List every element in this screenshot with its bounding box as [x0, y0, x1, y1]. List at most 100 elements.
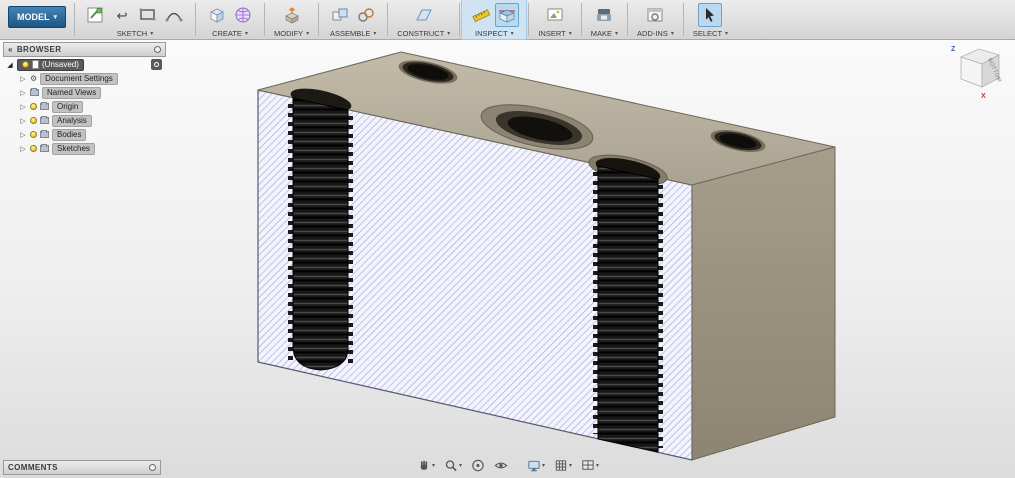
expander-closed-icon[interactable]: ▷	[19, 145, 27, 153]
press-pull-icon[interactable]	[280, 3, 304, 27]
toolbar-group-create: CREATE ▾	[198, 0, 262, 39]
threaded-bore-left[interactable]	[292, 97, 349, 371]
viewcube[interactable]: Z BOTTOM X	[947, 42, 1011, 100]
browser-item-origin[interactable]: ▷ Origin	[3, 100, 166, 113]
select-menu[interactable]: SELECT ▾	[693, 29, 728, 38]
section-analysis-icon[interactable]	[495, 3, 520, 27]
toolbar-group-make: MAKE ▾	[584, 0, 625, 39]
browser-root-row[interactable]: ◢ (Unsaved)	[3, 58, 166, 71]
expander-closed-icon[interactable]: ▷	[19, 89, 27, 97]
view-navigation-bar: ▾ ▾ ▾ ▾ ▾	[413, 456, 602, 475]
chevron-down-icon: ▾	[458, 463, 462, 469]
create-menu[interactable]: CREATE ▾	[212, 29, 248, 38]
chevron-down-icon: ▾	[614, 31, 618, 37]
browser-item-document-settings[interactable]: ▷ ⚙ Document Settings	[3, 72, 166, 85]
chevron-down-icon: ▾	[541, 463, 546, 469]
chevron-down-icon: ▾	[244, 31, 248, 37]
expander-closed-icon[interactable]: ▷	[19, 75, 27, 83]
expander-closed-icon[interactable]: ▷	[19, 117, 27, 125]
toolbar-group-assemble: ASSEMBLE ▾	[321, 0, 385, 39]
chevron-down-icon: ▾	[306, 31, 310, 37]
panel-handle-icon[interactable]	[154, 46, 161, 53]
browser-item-analysis[interactable]: ▷ Analysis	[3, 114, 166, 127]
visibility-bulb-icon[interactable]	[22, 61, 29, 68]
chevron-down-icon: ▾	[431, 463, 435, 469]
new-component-icon[interactable]	[328, 3, 352, 27]
visibility-bulb-icon[interactable]	[30, 131, 37, 138]
browser-panel: « BROWSER ◢ (Unsaved) ▷ ⚙ Document Setti…	[3, 42, 166, 155]
orbit-button[interactable]	[467, 456, 488, 475]
browser-item-bodies[interactable]: ▷ Bodies	[3, 128, 166, 141]
folder-icon	[40, 130, 49, 138]
main-toolbar: MODEL ▾ ↩ SKETCH ▾ CREATE ▾ MODIFY ▾ ASS…	[0, 0, 1015, 40]
browser-item-sketches[interactable]: ▷ Sketches	[3, 142, 166, 155]
construction-plane-icon[interactable]	[412, 3, 436, 27]
display-settings-button[interactable]: ▾	[523, 456, 548, 475]
browser-header[interactable]: « BROWSER	[3, 42, 166, 57]
expander-closed-icon[interactable]: ▷	[19, 131, 27, 139]
axis-z-label: Z	[951, 46, 956, 53]
addins-menu[interactable]: ADD-INS ▾	[637, 29, 674, 38]
measure-icon[interactable]	[469, 3, 493, 27]
insert-menu[interactable]: INSERT ▾	[538, 29, 571, 38]
3d-print-icon[interactable]	[592, 3, 616, 27]
toolbar-group-inspect: INSPECT ▾	[461, 0, 528, 40]
create-form-icon[interactable]	[231, 3, 255, 27]
3d-viewport[interactable]: Z BOTTOM X « BROWSER ◢ (Unsaved) ▷ ⚙ Doc…	[0, 40, 1015, 478]
axis-x-label: X	[981, 93, 986, 100]
gear-icon: ⚙	[30, 73, 38, 83]
grid-icon	[555, 460, 566, 471]
chevron-down-icon: ▾	[568, 31, 572, 37]
visibility-bulb-icon[interactable]	[30, 103, 37, 110]
grid-snap-button[interactable]: ▾	[550, 456, 575, 475]
chevron-down-icon: ▾	[596, 463, 600, 469]
viewports-icon	[581, 460, 594, 470]
display-state-icon[interactable]	[151, 59, 162, 70]
folder-icon	[30, 88, 39, 96]
comments-header[interactable]: COMMENTS	[3, 460, 161, 475]
project-geometry-icon[interactable]: ↩	[110, 3, 134, 27]
fusion360-window: MODEL ▾ ↩ SKETCH ▾ CREATE ▾ MODIFY ▾ ASS…	[0, 0, 1015, 478]
toolbar-group-sketch: ↩ SKETCH ▾	[77, 0, 193, 39]
folder-icon	[40, 144, 49, 152]
insert-canvas-icon[interactable]	[543, 3, 567, 27]
scripts-addins-icon[interactable]	[643, 3, 667, 27]
sketch-menu[interactable]: SKETCH ▾	[117, 29, 153, 38]
toolbar-group-construct: CONSTRUCT ▾	[390, 0, 457, 39]
visibility-bulb-icon[interactable]	[30, 117, 37, 124]
collapse-left-icon[interactable]: «	[8, 45, 13, 54]
new-box-icon[interactable]	[205, 3, 229, 27]
toolbar-group-modify: MODIFY ▾	[267, 0, 316, 39]
chevron-down-icon: ▾	[510, 31, 514, 37]
workspace-switcher-button[interactable]: MODEL ▾	[8, 6, 67, 28]
pan-icon	[420, 460, 427, 470]
viewports-button[interactable]: ▾	[577, 456, 602, 475]
create-sketch-icon[interactable]	[84, 3, 108, 27]
assemble-menu[interactable]: ASSEMBLE ▾	[330, 29, 376, 38]
panel-handle-icon[interactable]	[149, 464, 156, 471]
toolbar-group-insert: INSERT ▾	[531, 0, 578, 39]
joint-icon[interactable]	[354, 3, 378, 27]
chevron-down-icon: ▾	[670, 31, 674, 37]
look-at-button[interactable]	[490, 456, 511, 475]
rectangle-tool-icon[interactable]	[136, 3, 160, 27]
select-cursor-icon[interactable]	[698, 3, 723, 27]
arc-tool-icon[interactable]	[162, 3, 186, 27]
expander-open-icon[interactable]: ◢	[6, 61, 14, 69]
look-at-icon	[493, 462, 507, 469]
pan-button[interactable]: ▾	[413, 456, 438, 475]
inspect-menu[interactable]: INSPECT ▾	[475, 29, 514, 38]
model-right-face[interactable]	[691, 146, 836, 461]
threaded-bore-right[interactable]	[597, 165, 659, 453]
toolbar-separator	[74, 3, 76, 36]
make-menu[interactable]: MAKE ▾	[591, 29, 618, 38]
document-icon	[32, 60, 39, 69]
expander-closed-icon[interactable]: ▷	[19, 103, 27, 111]
browser-item-named-views[interactable]: ▷ Named Views	[3, 86, 166, 99]
zoom-button[interactable]: ▾	[440, 456, 465, 475]
visibility-bulb-icon[interactable]	[30, 145, 37, 152]
modify-menu[interactable]: MODIFY ▾	[274, 29, 309, 38]
document-root-item[interactable]: (Unsaved)	[17, 58, 84, 71]
construct-menu[interactable]: CONSTRUCT ▾	[397, 29, 450, 38]
chevron-down-icon: ▾	[725, 31, 729, 37]
